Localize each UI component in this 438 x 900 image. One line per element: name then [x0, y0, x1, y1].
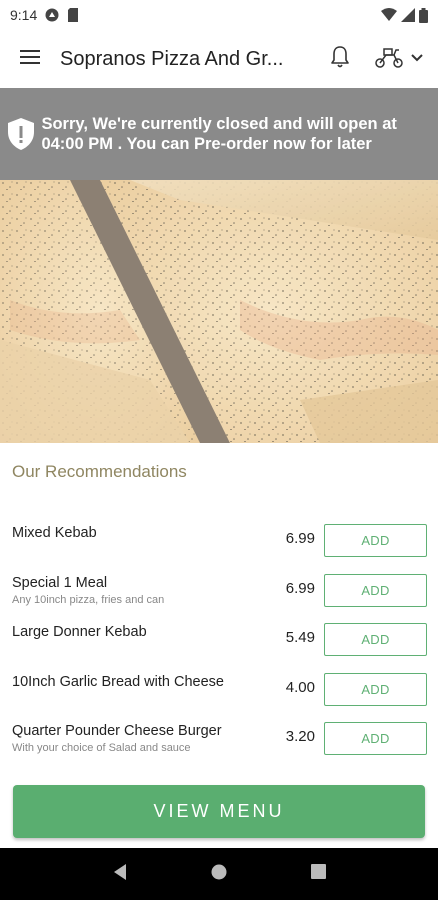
- recents-button[interactable]: [298, 854, 338, 894]
- back-button[interactable]: [100, 854, 140, 894]
- item-description: With your choice of Salad and sauce: [12, 742, 191, 754]
- list-item: 10Inch Garlic Bread with Cheese 4.00 ADD: [0, 664, 438, 714]
- item-price: 6.99: [285, 530, 315, 547]
- closed-banner: Sorry, We're currently closed and will o…: [0, 88, 438, 180]
- wifi-icon: [381, 8, 397, 22]
- status-time: 9:14: [10, 7, 38, 23]
- delivery-scooter-icon: [374, 46, 404, 73]
- add-button[interactable]: ADD: [324, 573, 427, 607]
- hero-pizza-image: [0, 180, 438, 443]
- list-item: Special 1 Meal Any 10inch pizza, fries a…: [0, 565, 438, 615]
- list-item: Mixed Kebab 6.99 ADD: [0, 515, 438, 565]
- add-button[interactable]: ADD: [324, 722, 427, 755]
- signal-icon: [401, 8, 415, 22]
- recents-icon: [310, 864, 326, 884]
- item-description: Any 10inch pizza, fries and can: [12, 593, 165, 606]
- menu-button[interactable]: [0, 30, 60, 88]
- item-name: 10Inch Garlic Bread with Cheese: [12, 673, 224, 690]
- shield-alert-icon: [0, 117, 41, 151]
- order-type-selector[interactable]: [374, 39, 424, 79]
- status-bar: 9:14: [0, 0, 438, 30]
- add-button[interactable]: ADD: [324, 623, 427, 656]
- add-button[interactable]: ADD: [324, 524, 427, 557]
- home-icon: [211, 864, 227, 885]
- chevron-down-icon: [410, 50, 424, 68]
- system-nav-bar: [0, 848, 438, 900]
- item-name: Quarter Pounder Cheese Burger: [12, 723, 222, 739]
- notifications-button[interactable]: [322, 39, 358, 79]
- list-item: Quarter Pounder Cheese Burger With your …: [0, 713, 438, 763]
- add-button[interactable]: ADD: [324, 672, 427, 706]
- item-price: 3.20: [285, 728, 315, 745]
- app-notification-icon: [45, 8, 59, 22]
- app-bar: Sopranos Pizza And Gr...: [0, 30, 438, 88]
- battery-icon: [419, 7, 428, 23]
- item-price: 4.00: [285, 678, 315, 696]
- view-menu-button[interactable]: VIEW MENU: [13, 785, 425, 838]
- restaurant-title: Sopranos Pizza And Gr...: [60, 47, 284, 70]
- sd-card-icon: [67, 8, 79, 22]
- bell-icon: [330, 45, 350, 74]
- item-name: Special 1 Meal: [12, 574, 108, 591]
- item-name: Large Donner Kebab: [12, 624, 147, 640]
- item-name: Mixed Kebab: [12, 525, 97, 541]
- recommendations-list: Mixed Kebab 6.99 ADD Special 1 Meal Any …: [0, 515, 438, 763]
- item-price: 5.49: [285, 629, 315, 646]
- recommendations-title: Our Recommendations: [12, 462, 187, 481]
- item-price: 6.99: [285, 579, 315, 597]
- closed-message: Sorry, We're currently closed and will o…: [41, 115, 397, 153]
- home-button[interactable]: [199, 854, 239, 894]
- menu-icon: [20, 49, 40, 70]
- list-item: Large Donner Kebab 5.49 ADD: [0, 614, 438, 664]
- back-icon: [112, 863, 128, 886]
